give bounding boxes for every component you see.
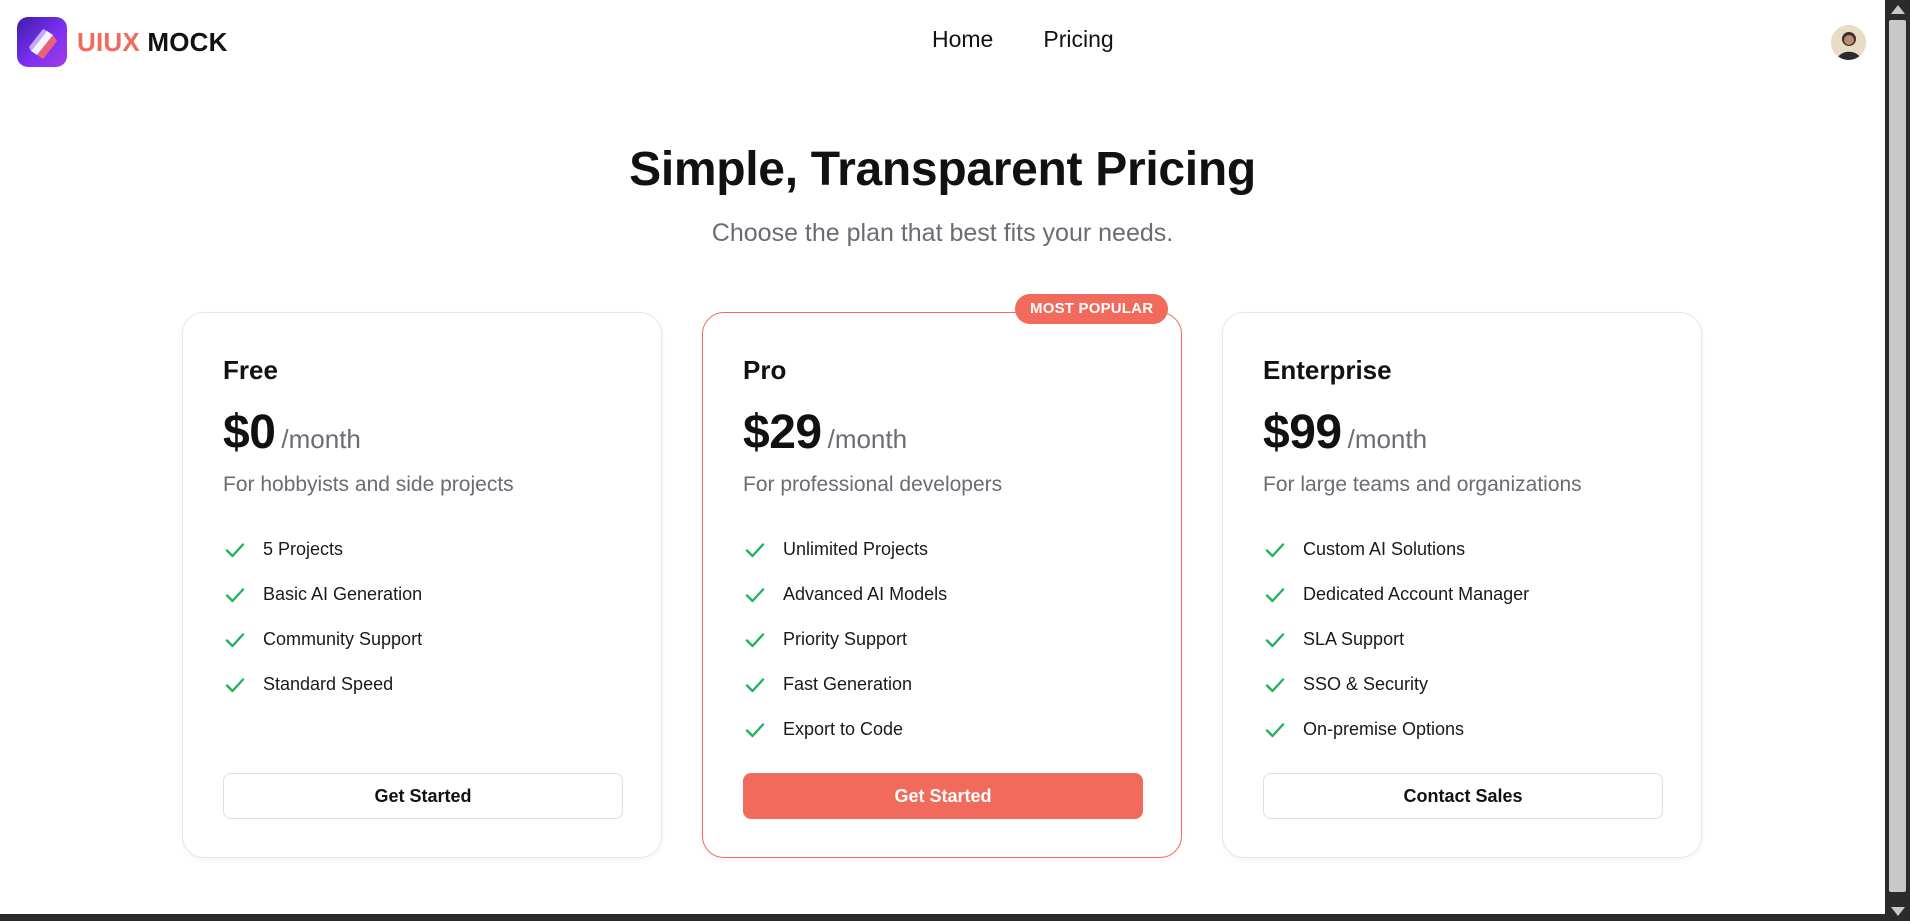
brand-name-part1: UIUX bbox=[77, 26, 140, 57]
top-navbar: UIUX MOCK Home Pricing bbox=[0, 0, 1885, 86]
scrollbar-thumb[interactable] bbox=[1889, 20, 1906, 892]
feature-item: Priority Support bbox=[743, 617, 947, 662]
user-avatar[interactable] bbox=[1831, 25, 1866, 60]
check-icon bbox=[225, 587, 245, 602]
plan-description: For large teams and organizations bbox=[1263, 473, 1582, 496]
feature-label: Priority Support bbox=[783, 629, 908, 649]
feature-item: SLA Support bbox=[1263, 617, 1529, 662]
plan-period: /month bbox=[1347, 424, 1428, 454]
check-icon bbox=[1265, 542, 1285, 557]
feature-list: Custom AI Solutions Dedicated Account Ma… bbox=[1263, 527, 1529, 752]
price-row: $29 /month bbox=[743, 405, 907, 460]
pricing-page: UIUX MOCK Home Pricing Simple, Transpare… bbox=[0, 0, 1885, 914]
check-icon bbox=[1265, 677, 1285, 692]
feature-label: Custom AI Solutions bbox=[1303, 539, 1466, 559]
check-icon bbox=[1265, 722, 1285, 737]
page-subtitle: Choose the plan that best fits your need… bbox=[711, 219, 1174, 247]
check-icon bbox=[1265, 587, 1285, 602]
feature-item: Dedicated Account Manager bbox=[1263, 572, 1529, 617]
feature-label: Standard Speed bbox=[263, 674, 394, 694]
check-icon bbox=[1265, 632, 1285, 647]
feature-item: Export to Code bbox=[743, 707, 947, 752]
price-row: $0 /month bbox=[223, 405, 361, 460]
feature-list: Unlimited Projects Advanced AI Models Pr… bbox=[743, 527, 947, 752]
nav-home-link[interactable]: Home bbox=[932, 26, 993, 53]
feature-item: Custom AI Solutions bbox=[1263, 527, 1529, 572]
plan-period: /month bbox=[827, 424, 908, 454]
plan-price: $99 bbox=[1263, 406, 1342, 459]
plan-card-enterprise: Enterprise $99 /month For large teams an… bbox=[1222, 312, 1702, 858]
scroll-down-arrow-icon[interactable] bbox=[1891, 907, 1905, 916]
feature-item: Unlimited Projects bbox=[743, 527, 947, 572]
feature-label: Community Support bbox=[263, 629, 423, 649]
check-icon bbox=[745, 542, 765, 557]
most-popular-badge: MOST POPULAR bbox=[1015, 294, 1169, 324]
check-icon bbox=[225, 677, 245, 692]
brand-logo[interactable]: UIUX MOCK bbox=[17, 17, 228, 67]
feature-label: Unlimited Projects bbox=[783, 539, 929, 559]
feature-label: Advanced AI Models bbox=[783, 584, 948, 604]
get-started-button[interactable]: Get Started bbox=[223, 773, 623, 819]
feature-item: On-premise Options bbox=[1263, 707, 1529, 752]
check-icon bbox=[225, 632, 245, 647]
check-icon bbox=[745, 587, 765, 602]
feature-item: Fast Generation bbox=[743, 662, 947, 707]
get-started-pro-button[interactable]: Get Started bbox=[743, 773, 1143, 819]
check-icon bbox=[225, 542, 245, 557]
feature-label: 5 Projects bbox=[263, 539, 344, 559]
page-title: Simple, Transparent Pricing bbox=[629, 143, 1256, 196]
feature-label: Fast Generation bbox=[783, 674, 913, 694]
window-bottom-edge bbox=[0, 914, 1885, 921]
plan-price: $29 bbox=[743, 406, 822, 459]
uiux-logo-icon bbox=[17, 17, 67, 67]
feature-item: Basic AI Generation bbox=[223, 572, 422, 617]
plan-card-pro: MOST POPULAR Pro $29 /month For professi… bbox=[702, 294, 1182, 858]
plan-name: Pro bbox=[743, 355, 787, 385]
feature-label: Basic AI Generation bbox=[263, 584, 423, 604]
scroll-up-arrow-icon[interactable] bbox=[1891, 5, 1905, 14]
main-nav: Home Pricing bbox=[932, 26, 1114, 53]
nav-pricing-link[interactable]: Pricing bbox=[1043, 26, 1113, 53]
feature-label: Export to Code bbox=[783, 719, 904, 739]
feature-list: 5 Projects Basic AI Generation Community… bbox=[223, 527, 422, 707]
plan-price: $0 bbox=[223, 406, 276, 459]
feature-item: 5 Projects bbox=[223, 527, 422, 572]
feature-item: Standard Speed bbox=[223, 662, 422, 707]
plan-description: For professional developers bbox=[743, 473, 1003, 496]
brand-name-part2: MOCK bbox=[147, 26, 228, 57]
plan-description: For hobbyists and side projects bbox=[223, 473, 514, 496]
plan-name: Free bbox=[223, 355, 278, 385]
plan-card-free: Free $0 /month For hobbyists and side pr… bbox=[182, 312, 662, 858]
price-row: $99 /month bbox=[1263, 405, 1427, 460]
feature-label: On-premise Options bbox=[1303, 719, 1465, 739]
feature-item: Community Support bbox=[223, 617, 422, 662]
feature-item: SSO & Security bbox=[1263, 662, 1529, 707]
plan-period: /month bbox=[281, 424, 361, 454]
feature-label: SSO & Security bbox=[1303, 674, 1429, 694]
plan-name: Enterprise bbox=[1263, 355, 1392, 385]
vertical-scrollbar[interactable] bbox=[1885, 0, 1910, 921]
check-icon bbox=[745, 632, 765, 647]
feature-item: Advanced AI Models bbox=[743, 572, 947, 617]
contact-sales-button[interactable]: Contact Sales bbox=[1263, 773, 1663, 819]
brand-name: UIUX MOCK bbox=[77, 27, 228, 58]
feature-label: SLA Support bbox=[1303, 629, 1405, 649]
avatar-icon bbox=[1831, 25, 1866, 60]
check-icon bbox=[745, 677, 765, 692]
check-icon bbox=[745, 722, 765, 737]
feature-label: Dedicated Account Manager bbox=[1303, 584, 1530, 604]
